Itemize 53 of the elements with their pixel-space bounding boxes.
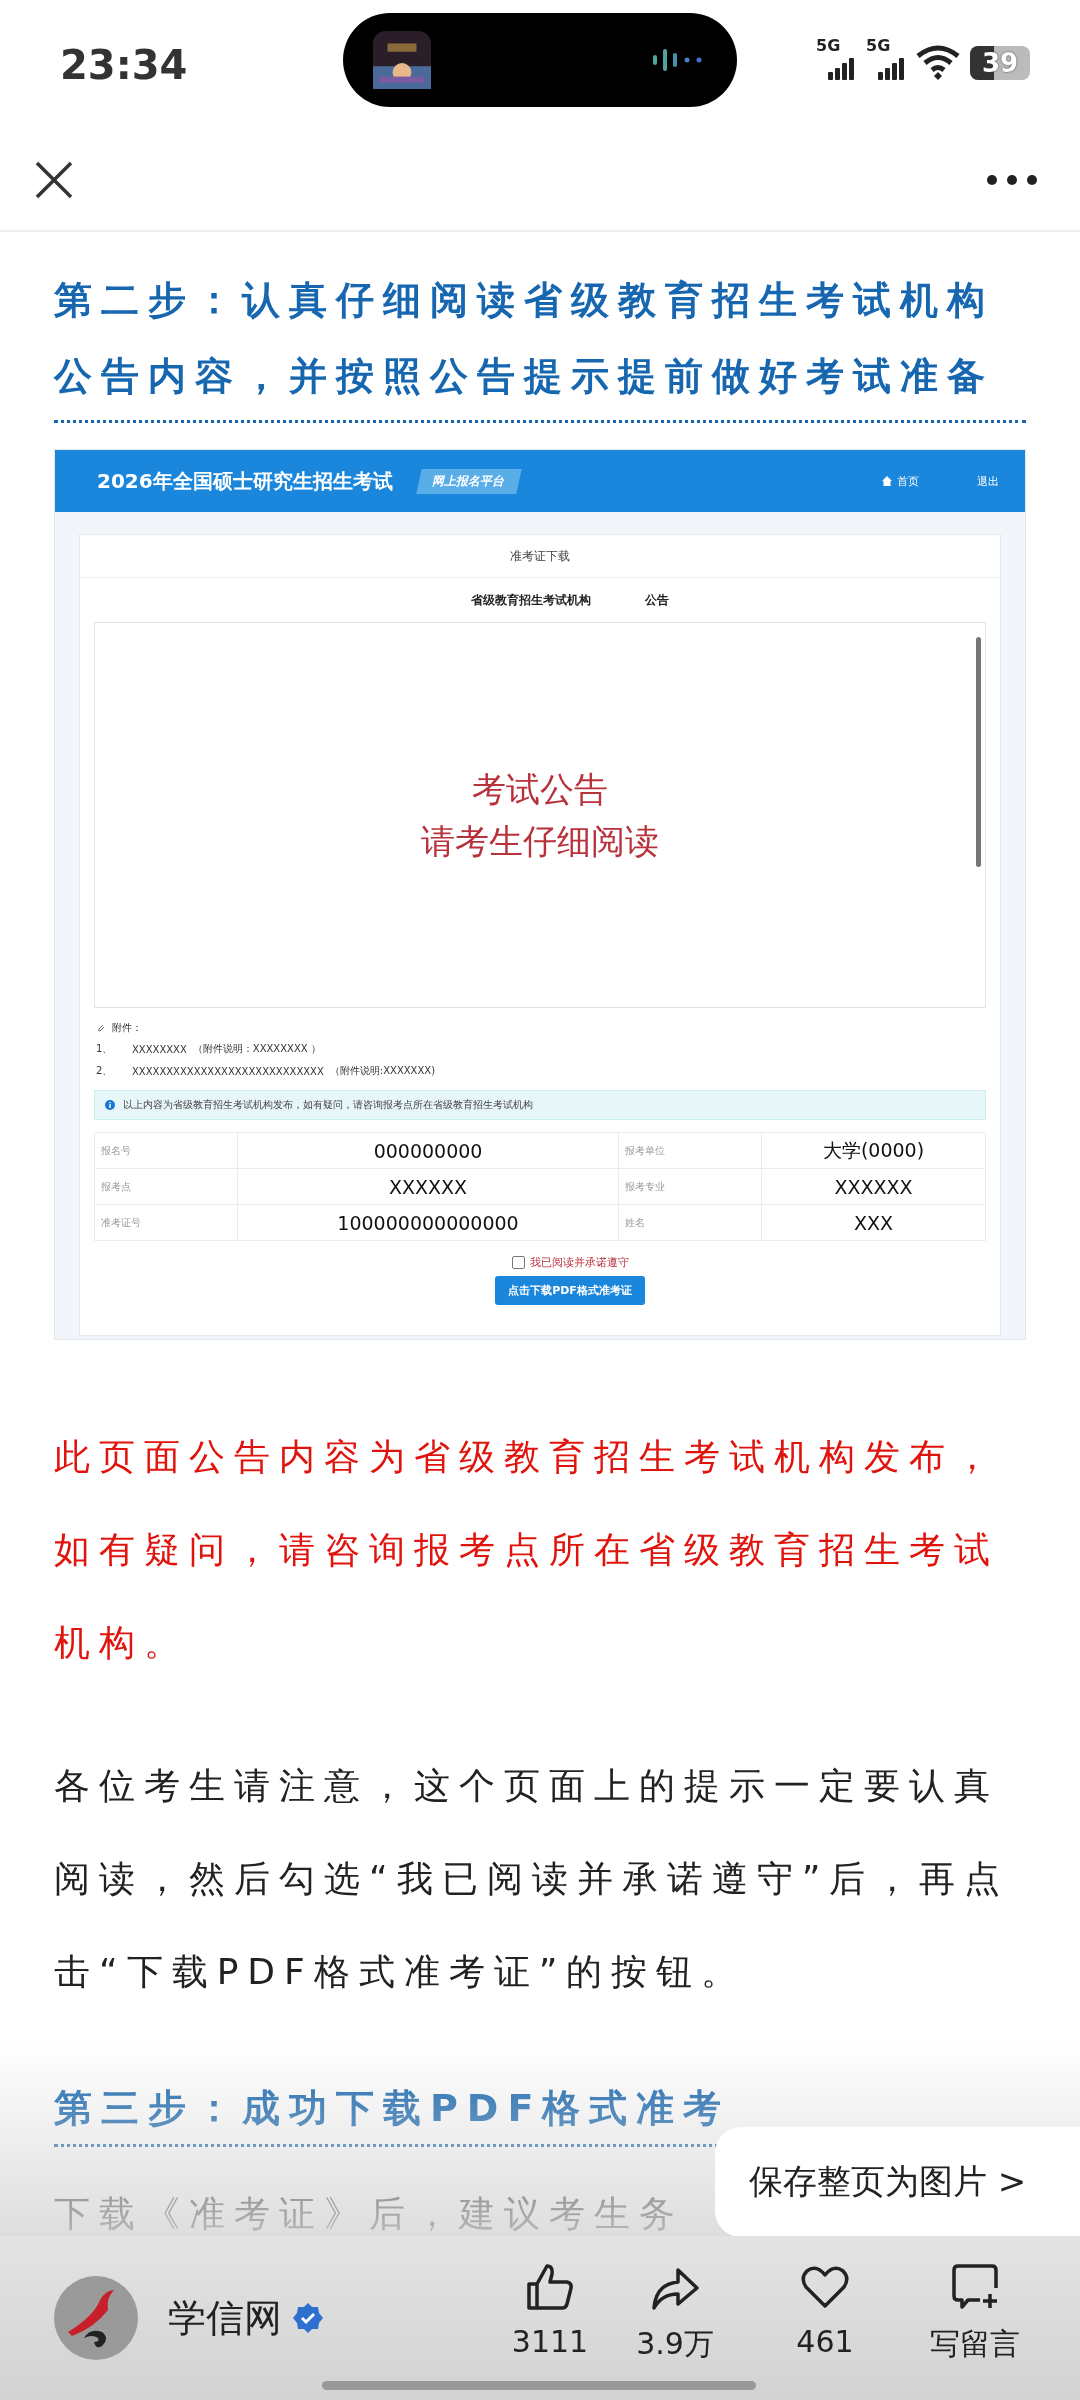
section-heading: 第二步：认真仔细阅读省级教育招生考试机构公告内容，并按照公告提示提前做好考试准备 bbox=[54, 262, 1026, 423]
platform-tag: 网上报名平台 bbox=[416, 468, 522, 494]
scrollbar[interactable] bbox=[976, 637, 981, 867]
field-value: XXXXXX bbox=[761, 1168, 986, 1205]
attachment-name[interactable]: XXXXXXXX bbox=[132, 1043, 187, 1055]
notice-paragraph: 此页面公告内容为省级教育招生考试机构发布，如有疑问，请咨询报考点所在省级教育招生考试机构。 bbox=[54, 1435, 1000, 1665]
site-title: 2026年全国硕士研究生招生考试 bbox=[97, 467, 393, 495]
info-text: 以上内容为省级教育招生考试机构发布，如有疑问，请咨询报考点所在省级教育招生考试机构 bbox=[123, 1098, 533, 1112]
agree-checkbox[interactable] bbox=[511, 1256, 525, 1269]
field-value: 000000000 bbox=[237, 1132, 619, 1169]
card-title: 准考证下载 bbox=[510, 547, 570, 565]
status-time: 23:34 bbox=[60, 42, 189, 88]
notice-subtitle: 请考生仔细阅读 bbox=[421, 820, 659, 863]
wifi-icon bbox=[916, 44, 960, 80]
attachment-note: （附件说明：XXXXXXXX ） bbox=[192, 1042, 321, 1056]
field-value: 100000000000000 bbox=[237, 1204, 619, 1241]
avatar-logo-icon[interactable] bbox=[54, 2276, 138, 2360]
field-value: XXX bbox=[761, 1204, 986, 1241]
field-label: 报考专业 bbox=[618, 1168, 762, 1205]
more-icon[interactable] bbox=[986, 174, 1038, 186]
comment-add-icon[interactable] bbox=[950, 2261, 1000, 2312]
action-count: 461 bbox=[796, 2323, 854, 2359]
action-count: 写留言 bbox=[930, 2324, 1020, 2363]
field-value: 大学(0000) bbox=[761, 1132, 986, 1169]
paperclip-icon bbox=[96, 1023, 106, 1033]
field-label: 姓名 bbox=[618, 1204, 762, 1241]
save-as-image-button[interactable]: 保存整页为图片 > bbox=[715, 2127, 1080, 2237]
notice-title: 考试公告 bbox=[472, 768, 608, 811]
close-icon[interactable] bbox=[34, 160, 74, 200]
subtitle: 省级教育招生考试机构 bbox=[471, 591, 591, 609]
info-icon bbox=[105, 1100, 115, 1110]
attachment-note: （附件说明:XXXXXXX) bbox=[329, 1064, 436, 1078]
field-label: 报名号 bbox=[94, 1132, 238, 1169]
attachment-name[interactable]: XXXXXXXXXXXXXXXXXXXXXXXXXXXX bbox=[132, 1065, 324, 1077]
field-label: 报考单位 bbox=[618, 1132, 762, 1169]
field-label: 报考点 bbox=[94, 1168, 238, 1205]
agree-label: 我已阅读并承诺遵守 bbox=[529, 1255, 629, 1270]
attachment-index: 1、 bbox=[96, 1042, 114, 1056]
body-paragraph: 下载《准考证》后，建议考生务 bbox=[54, 2192, 684, 2236]
action-count: 3.9万 bbox=[636, 2324, 714, 2363]
attachment-index: 2、 bbox=[96, 1064, 114, 1078]
home-icon[interactable] bbox=[881, 475, 893, 487]
action-count: 3111 bbox=[511, 2323, 589, 2359]
nav-link[interactable]: 首页 bbox=[897, 473, 919, 489]
field-value: XXXXXX bbox=[237, 1168, 619, 1205]
author-name[interactable]: 学信网 bbox=[168, 2292, 282, 2344]
body-paragraph: 各位考生请注意，这个页面上的提示一定要认真阅读，然后勾选“我已阅读并承诺遵守”后，再点击“下载PDF格式准考证”的按钮。 bbox=[54, 1764, 1011, 1994]
subtitle: 公告 bbox=[645, 591, 669, 609]
nav-link[interactable]: 退出 bbox=[977, 473, 999, 489]
download-button[interactable]: 点击下载PDF格式准考证 bbox=[495, 1276, 645, 1305]
attachments-label: 附件： bbox=[112, 1021, 142, 1035]
field-label: 准考证号 bbox=[94, 1204, 238, 1241]
thumbs-up-icon[interactable] bbox=[525, 2261, 575, 2312]
